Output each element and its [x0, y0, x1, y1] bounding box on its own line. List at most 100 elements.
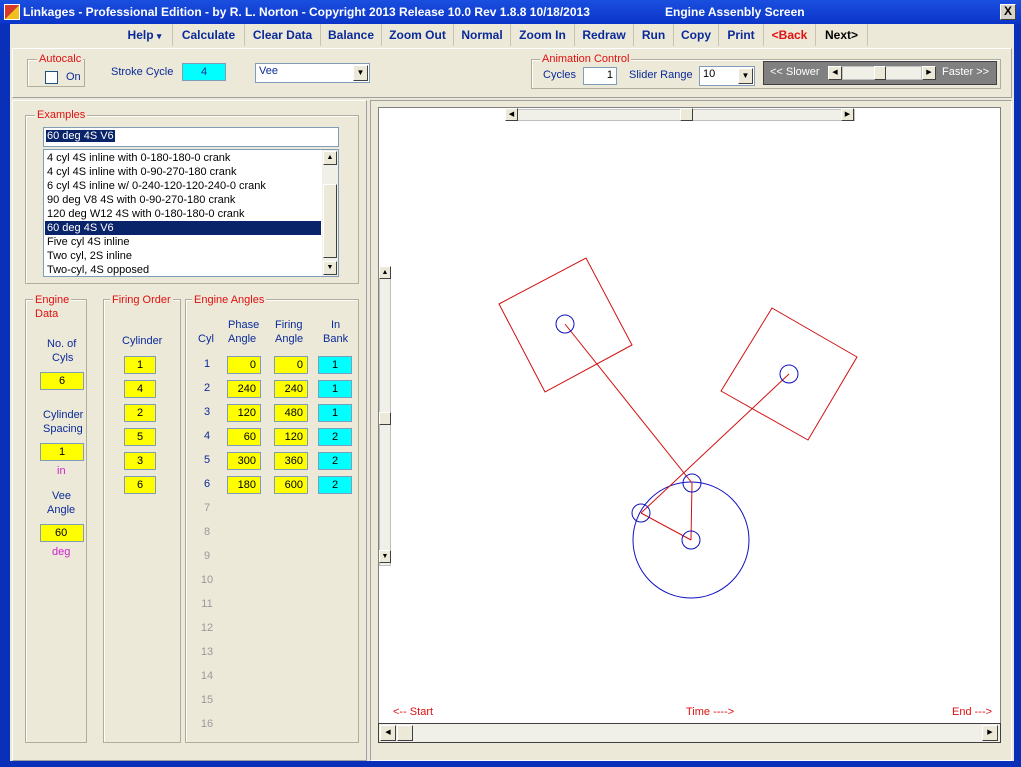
scroll-down-arrow-icon[interactable]: ▼: [323, 261, 337, 275]
phase-angle-field[interactable]: 180: [227, 476, 261, 494]
cyl-number: 2: [203, 382, 211, 394]
close-button[interactable]: X: [1000, 4, 1016, 20]
firing-angle-field[interactable]: 480: [274, 404, 308, 422]
firing-order-field[interactable]: 3: [124, 452, 156, 470]
menu-print[interactable]: Print: [719, 24, 764, 46]
firing-header-2: Angle: [275, 333, 304, 345]
cyl-number: 4: [203, 430, 211, 442]
cyl-number-inactive: 7: [203, 502, 211, 514]
menu-bar: Help ▾ Calculate Clear Data Balance Zoom…: [10, 24, 1014, 46]
firing-angle-field[interactable]: 240: [274, 380, 308, 398]
spacing-label-2: Spacing: [43, 423, 83, 435]
firing-order-field[interactable]: 2: [124, 404, 156, 422]
slider-range-select[interactable]: 10 ▼: [699, 66, 755, 86]
examples-scroll-thumb[interactable]: [323, 184, 337, 258]
phase-angle-field[interactable]: 300: [227, 452, 261, 470]
list-item[interactable]: 90 deg V8 4S with 0-90-270-180 crank: [45, 193, 321, 207]
cyl-number-inactive: 14: [200, 670, 214, 682]
time-scroll-thumb[interactable]: [397, 725, 413, 741]
slider-range-label: Slider Range: [629, 69, 693, 81]
menu-redraw[interactable]: Redraw: [575, 24, 634, 46]
time-label: Time ---->: [686, 706, 735, 718]
bank-field[interactable]: 2: [318, 476, 352, 494]
cycles-field[interactable]: 1: [583, 67, 617, 85]
end-label: End --->: [952, 706, 993, 718]
phase-angle-field[interactable]: 60: [227, 428, 261, 446]
cyl-number-inactive: 8: [203, 526, 211, 538]
menu-next[interactable]: Next>: [816, 24, 868, 46]
firing-order-label: Firing Order: [110, 294, 173, 306]
scroll-left-arrow-icon[interactable]: ◀: [380, 725, 396, 741]
spacing-label-1: Cylinder: [43, 409, 84, 421]
menu-balance[interactable]: Balance: [321, 24, 382, 46]
menu-clear-data[interactable]: Clear Data: [245, 24, 321, 46]
cyl-number-inactive: 10: [200, 574, 214, 586]
firing-angle-field[interactable]: 120: [274, 428, 308, 446]
examples-scrollbar[interactable]: ▲ ▼: [322, 150, 338, 276]
list-item[interactable]: 120 deg W12 4S with 0-180-180-0 crank: [45, 207, 321, 221]
num-cyls-field[interactable]: 6: [40, 372, 84, 390]
firing-angle-field[interactable]: 600: [274, 476, 308, 494]
cyl-number: 1: [203, 358, 211, 370]
spacing-field[interactable]: 1: [40, 443, 84, 461]
bank-field[interactable]: 2: [318, 452, 352, 470]
list-item[interactable]: Five cyl 4S inline: [45, 235, 321, 249]
engine-type-select[interactable]: Vee ▼: [255, 63, 370, 83]
firing-order-field[interactable]: 5: [124, 428, 156, 446]
slower-label: << Slower: [770, 66, 820, 78]
scroll-right-arrow-icon[interactable]: ▶: [982, 725, 998, 741]
autocalc-checkbox[interactable]: [45, 71, 58, 84]
firing-order-column-label: Cylinder: [122, 335, 163, 347]
firing-order-field[interactable]: 1: [124, 356, 156, 374]
menu-zoom-out[interactable]: Zoom Out: [382, 24, 454, 46]
slider-right-arrow-icon[interactable]: ▶: [922, 66, 936, 80]
examples-list: 4 cyl 4S inline with 0-180-180-0 crank 4 …: [45, 151, 321, 276]
bank-field[interactable]: 1: [318, 404, 352, 422]
vee-label-1: Vee: [52, 490, 71, 502]
menu-copy[interactable]: Copy: [674, 24, 719, 46]
speed-slider-thumb[interactable]: [874, 66, 886, 80]
phase-angle-field[interactable]: 120: [227, 404, 261, 422]
list-item[interactable]: 6 cyl 4S inline w/ 0-240-120-120-240-0 c…: [45, 179, 321, 193]
engine-drawing: [498, 257, 858, 599]
list-item[interactable]: 4 cyl 4S inline with 0-180-180-0 crank: [45, 151, 321, 165]
autocalc-on-label: On: [66, 71, 81, 83]
menu-run[interactable]: Run: [634, 24, 674, 46]
bank-field[interactable]: 1: [318, 356, 352, 374]
slider-left-arrow-icon[interactable]: ◀: [828, 66, 842, 80]
engine-canvas[interactable]: ◀ ▶ ▲ ▼ <-- Start Time ----> End --->: [378, 107, 1001, 727]
list-item[interactable]: 60 deg 4S V6: [45, 221, 321, 235]
chevron-down-icon[interactable]: ▼: [353, 65, 368, 81]
list-item[interactable]: 4 cyl 4S inline with 0-90-270-180 crank: [45, 165, 321, 179]
chevron-down-icon: ▾: [156, 31, 162, 41]
screen-title: Engine Assenbly Screen: [665, 5, 805, 19]
firing-angle-field[interactable]: 360: [274, 452, 308, 470]
engine-type-value: Vee: [259, 65, 278, 77]
time-scrollbar[interactable]: ◀ ▶: [378, 723, 1001, 743]
firing-order-field[interactable]: 4: [124, 380, 156, 398]
menu-normal[interactable]: Normal: [454, 24, 511, 46]
cyl-number-inactive: 15: [200, 694, 214, 706]
phase-angle-field[interactable]: 240: [227, 380, 261, 398]
stroke-cycle-field[interactable]: 4: [182, 63, 226, 81]
right-connecting-rod: [640, 373, 790, 514]
firing-order-field[interactable]: 6: [124, 476, 156, 494]
bank-field[interactable]: 2: [318, 428, 352, 446]
start-label: <-- Start: [393, 706, 434, 718]
cyl-number: 5: [203, 454, 211, 466]
drawing-panel: ◀ ▶ ▲ ▼ <-- Start Time ----> End ---> ◀ …: [370, 100, 1012, 761]
list-item[interactable]: Two cyl, 2S inline: [45, 249, 321, 263]
bank-field[interactable]: 1: [318, 380, 352, 398]
menu-help[interactable]: Help ▾: [117, 24, 173, 46]
firing-angle-field[interactable]: 0: [274, 356, 308, 374]
examples-combo-text[interactable]: 60 deg 4S V6: [43, 127, 339, 147]
scroll-up-arrow-icon[interactable]: ▲: [323, 151, 337, 165]
examples-listbox[interactable]: 4 cyl 4S inline with 0-180-180-0 crank 4 …: [43, 149, 339, 277]
chevron-down-icon[interactable]: ▼: [738, 68, 753, 84]
menu-calculate[interactable]: Calculate: [173, 24, 245, 46]
phase-angle-field[interactable]: 0: [227, 356, 261, 374]
menu-zoom-in[interactable]: Zoom In: [511, 24, 575, 46]
menu-back[interactable]: <Back: [764, 24, 816, 46]
list-item[interactable]: Two-cyl, 4S opposed: [45, 263, 321, 276]
vee-angle-field[interactable]: 60: [40, 524, 84, 542]
